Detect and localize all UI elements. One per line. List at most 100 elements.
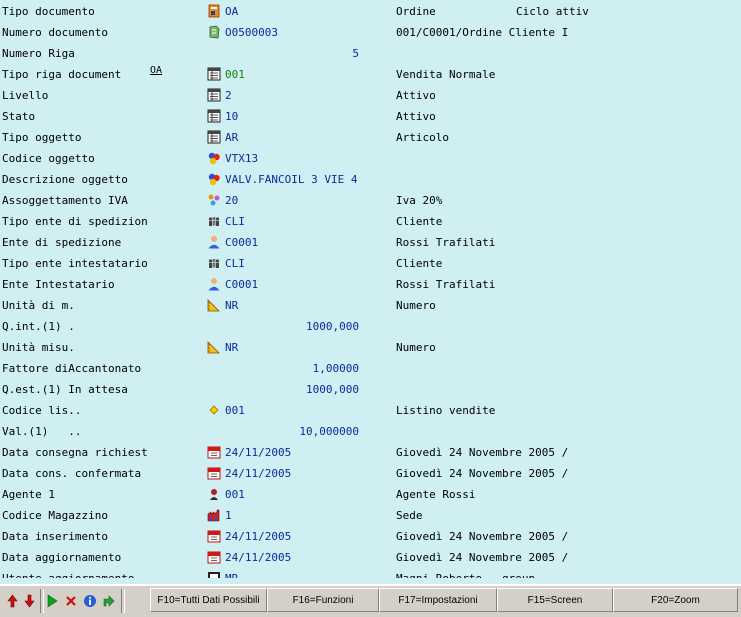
warehouse-icon[interactable]	[207, 508, 221, 522]
field-value[interactable]: VTX13	[225, 152, 258, 165]
field-label: Tipo ente intestatario	[2, 257, 148, 270]
field-description: Cliente	[396, 215, 443, 228]
field-value[interactable]: 2	[225, 89, 232, 102]
arrow-down-icon[interactable]	[22, 589, 37, 613]
field-value[interactable]: 24/11/2005	[225, 551, 291, 564]
calendar-icon[interactable]	[207, 445, 221, 459]
f17-settings-button[interactable]: F17=Impostazioni	[379, 588, 497, 612]
field-value[interactable]: 20	[225, 194, 238, 207]
field-label: Q.est.(1) In attesa	[2, 383, 128, 396]
field-value[interactable]: CLI	[225, 257, 245, 270]
person-icon[interactable]	[207, 277, 221, 291]
field-value[interactable]: MR	[225, 572, 238, 578]
field-row: Numero documento O0500003 001/C0001/Ordine…	[0, 22, 741, 43]
field-description: Attivo	[396, 110, 436, 123]
field-value[interactable]: OA	[225, 5, 238, 18]
field-description: Agente Rossi	[396, 488, 476, 501]
diamond-icon[interactable]	[207, 403, 221, 417]
field-value[interactable]: C0001	[225, 278, 258, 291]
field-value[interactable]: 001	[225, 488, 245, 501]
field-description: Vendita Normale	[396, 68, 496, 81]
field-label: Data consegna richiest	[2, 446, 148, 459]
field-number[interactable]: 1,00000	[313, 362, 359, 375]
field-number[interactable]: 10,000000	[299, 425, 359, 438]
field-description: Ordine	[396, 5, 436, 18]
field-label: Assoggettamento IVA	[2, 194, 128, 207]
tax-icon[interactable]	[207, 193, 221, 207]
field-value[interactable]: NR	[225, 299, 238, 312]
close-icon[interactable]	[63, 589, 78, 613]
field-row: Ente Intestatario C0001 Rossi Trafilati	[0, 274, 741, 295]
table-icon[interactable]	[207, 130, 221, 144]
field-value[interactable]: 10	[225, 110, 238, 123]
field-row: Data inserimento 24/11/2005 Giovedì 24 Nov…	[0, 526, 741, 547]
f16-functions-button[interactable]: F16=Funzioni	[267, 588, 379, 612]
field-value[interactable]: 24/11/2005	[225, 446, 291, 459]
arrow-up-icon[interactable]	[5, 589, 20, 613]
field-value[interactable]: 1	[225, 509, 232, 522]
bottom-toolbar: F10=Tutti Dati Possibili F16=Funzioni F1…	[0, 584, 741, 617]
table-icon[interactable]	[207, 67, 221, 81]
user-icon[interactable]	[207, 571, 221, 578]
people-icon[interactable]	[207, 214, 221, 228]
info-icon[interactable]	[82, 589, 97, 613]
field-value[interactable]: 24/11/2005	[225, 467, 291, 480]
agent-icon[interactable]	[207, 487, 221, 501]
field-value[interactable]: O0500003	[225, 26, 278, 39]
calendar-icon[interactable]	[207, 529, 221, 543]
people-icon[interactable]	[207, 256, 221, 270]
field-description: Sede	[396, 509, 423, 522]
balls-icon[interactable]	[207, 151, 221, 165]
field-label: Fattore diAccantonato	[2, 362, 142, 375]
field-label: Descrizione oggetto	[2, 173, 128, 186]
field-value[interactable]: CLI	[225, 215, 245, 228]
f15-screen-button[interactable]: F15=Screen	[497, 588, 613, 612]
balls-icon[interactable]	[207, 172, 221, 186]
field-row: Data aggiornamento 24/11/2005 Giovedì 24 N…	[0, 547, 741, 568]
field-number[interactable]: 1000,000	[306, 383, 359, 396]
field-value[interactable]: AR	[225, 131, 238, 144]
play-icon[interactable]	[44, 589, 59, 613]
field-value[interactable]: 001	[225, 68, 245, 81]
ruler-icon[interactable]	[207, 340, 221, 354]
table-icon[interactable]	[207, 88, 221, 102]
field-row: Numero Riga 5	[0, 43, 741, 64]
field-value[interactable]: 001	[225, 404, 245, 417]
field-description: Articolo	[396, 131, 449, 144]
document-number-icon[interactable]	[207, 25, 221, 39]
field-value[interactable]: VALV.FANCOIL 3 VIE 4	[225, 173, 357, 186]
document-type-icon[interactable]	[207, 4, 221, 18]
field-label: Livello	[2, 89, 49, 102]
field-label: Tipo oggetto	[2, 131, 82, 144]
export-icon[interactable]	[101, 589, 116, 613]
field-row: Tipo riga document OA 001 Vendita Normale	[0, 64, 741, 85]
field-description: Magni Roberto group	[396, 572, 535, 578]
field-label: Data aggiornamento	[2, 551, 122, 564]
field-value[interactable]: 24/11/2005	[225, 530, 291, 543]
field-row: Q.int.(1) . 1000,000	[0, 316, 741, 337]
field-value[interactable]: NR	[225, 341, 238, 354]
detail-list: Tipo documento OA Ordine Ciclo attiv Numero …	[0, 0, 741, 578]
field-label: Unità misu.	[2, 341, 75, 354]
field-description: Giovedì 24 Novembre 2005 /	[396, 530, 569, 543]
calendar-icon[interactable]	[207, 466, 221, 480]
field-label: Data cons. confermata	[2, 467, 142, 480]
field-label: Val.(1) ..	[2, 425, 82, 438]
calendar-icon[interactable]	[207, 550, 221, 564]
ruler-icon[interactable]	[207, 298, 221, 312]
f20-zoom-button[interactable]: F20=Zoom	[613, 588, 738, 612]
field-row: Codice lis.. 001 Listino vendite	[0, 400, 741, 421]
field-number[interactable]: 5	[352, 47, 359, 60]
field-label: Numero Riga	[2, 47, 75, 60]
table-icon[interactable]	[207, 109, 221, 123]
f10-all-data-button[interactable]: F10=Tutti Dati Possibili	[150, 588, 267, 612]
field-label: Data inserimento	[2, 530, 108, 543]
field-number[interactable]: 1000,000	[306, 320, 359, 333]
field-value[interactable]: C0001	[225, 236, 258, 249]
person-icon[interactable]	[207, 235, 221, 249]
field-description: Rossi Trafilati	[396, 278, 496, 291]
field-row: Descrizione oggetto VALV.FANCOIL 3 VIE 4	[0, 169, 741, 190]
field-row: Utente aggiornamento MR Magni Roberto grou…	[0, 568, 741, 578]
field-row: Fattore diAccantonato 1,00000	[0, 358, 741, 379]
field-row: Tipo oggetto AR Articolo	[0, 127, 741, 148]
